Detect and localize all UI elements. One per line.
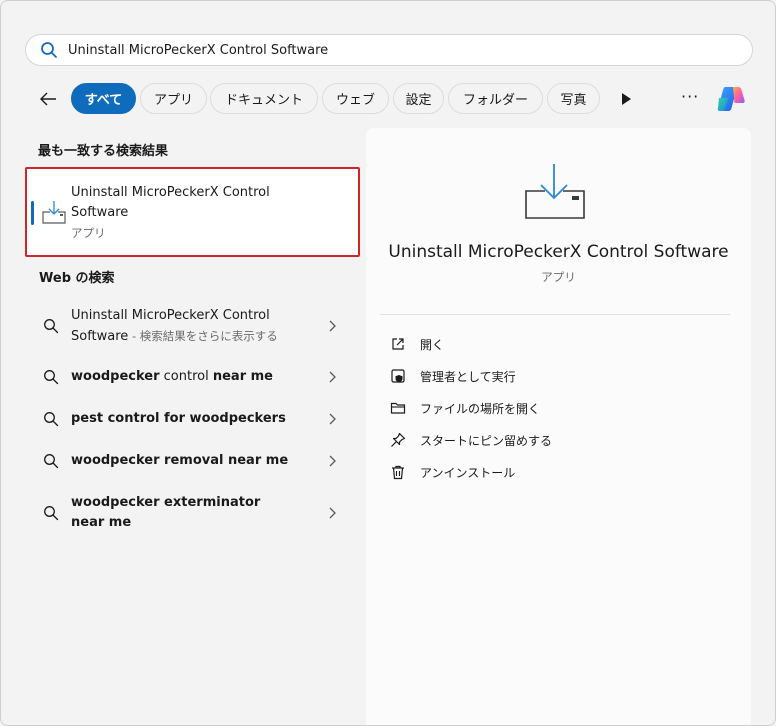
web-result-item[interactable]: Uninstall MicroPeckerX Control Software … (35, 306, 345, 346)
filter-photos[interactable]: 写真 (547, 83, 600, 114)
action-label: スタートにピン留めする (420, 433, 553, 448)
play-icon[interactable] (619, 91, 633, 107)
web-search-heading: Web の検索 (39, 271, 115, 286)
chevron-right-icon (329, 371, 336, 383)
folder-icon (390, 402, 406, 414)
search-box[interactable] (25, 34, 753, 66)
action-label: アンインストール (420, 465, 516, 480)
divider (380, 314, 730, 315)
action-label: 開く (420, 337, 445, 352)
search-input[interactable] (68, 42, 708, 58)
chevron-right-icon (329, 507, 336, 519)
filter-folders[interactable]: フォルダー (448, 83, 543, 114)
filter-settings[interactable]: 設定 (393, 83, 444, 114)
web-result-bold: woodpecker exterminator near me (71, 495, 261, 530)
arrow-left-icon (40, 92, 56, 106)
back-button[interactable] (35, 86, 61, 112)
chevron-right-icon (329, 320, 336, 332)
pin-icon (391, 432, 406, 447)
web-result-text: woodpecker removal near me (71, 451, 301, 471)
detail-app-type: アプリ (541, 270, 576, 284)
web-result-text: woodpecker exterminator near me (71, 493, 276, 533)
search-icon (44, 412, 59, 427)
search-icon (44, 370, 59, 385)
web-result-bold: pest control for woodpeckers (71, 411, 286, 426)
trash-icon (392, 465, 404, 480)
detail-app-name: Uninstall MicroPeckerX Control Software (388, 242, 729, 262)
search-icon (44, 319, 59, 334)
action-label: 管理者として実行 (420, 369, 516, 384)
web-result-bold: woodpecker removal near me (71, 453, 289, 468)
web-result-item[interactable]: woodpecker removal near me (35, 451, 345, 471)
open-icon (392, 338, 404, 350)
action-run-as-admin[interactable]: 管理者として実行 (390, 364, 690, 388)
filter-apps[interactable]: アプリ (140, 83, 207, 114)
best-match-type: アプリ (71, 226, 106, 240)
chevron-right-icon (329, 455, 336, 467)
filter-all[interactable]: すべて (71, 83, 136, 114)
web-result-item[interactable]: woodpecker exterminator near me (35, 493, 345, 533)
copilot-icon[interactable] (715, 83, 747, 115)
web-result-item[interactable]: woodpecker control near me (35, 367, 345, 387)
action-open-file-location[interactable]: ファイルの場所を開く (390, 396, 690, 420)
web-result-plain: control (159, 369, 213, 384)
filter-bar: すべて アプリ ドキュメント ウェブ 設定 フォルダー 写真 ··· (35, 82, 755, 114)
best-match-title: Uninstall MicroPeckerX Control Software (71, 185, 270, 220)
action-pin-to-start[interactable]: スタートにピン留めする (390, 428, 690, 452)
web-result-bold: near me (212, 369, 274, 384)
chevron-right-icon (329, 413, 336, 425)
download-tray-icon (42, 201, 66, 224)
more-options-button[interactable]: ··· (681, 87, 699, 106)
search-icon (44, 506, 59, 521)
download-tray-icon (525, 164, 585, 219)
action-label: ファイルの場所を開く (420, 401, 541, 416)
selection-indicator (31, 201, 34, 225)
shield-icon (391, 369, 405, 383)
web-result-text: woodpecker control near me (71, 367, 301, 387)
web-result-text: Uninstall MicroPeckerX Control Software … (71, 306, 301, 347)
action-open[interactable]: 開く (390, 332, 690, 356)
detail-panel: Uninstall MicroPeckerX Control Software … (366, 128, 751, 725)
web-result-item[interactable]: pest control for woodpeckers (35, 409, 345, 429)
web-result-text: pest control for woodpeckers (71, 409, 301, 429)
filter-web[interactable]: ウェブ (322, 83, 389, 114)
filter-documents[interactable]: ドキュメント (210, 83, 318, 114)
web-result-hint: - 検索結果をさらに表示する (128, 329, 278, 343)
web-result-bold: woodpecker (71, 369, 160, 384)
search-icon (41, 42, 57, 58)
action-uninstall[interactable]: アンインストール (390, 460, 690, 484)
search-icon (44, 454, 59, 469)
search-window: すべて アプリ ドキュメント ウェブ 設定 フォルダー 写真 ··· (0, 0, 776, 726)
best-match-heading: 最も一致する検索結果 (38, 144, 169, 159)
best-match-result[interactable]: Uninstall MicroPeckerX Control Software … (25, 167, 360, 257)
